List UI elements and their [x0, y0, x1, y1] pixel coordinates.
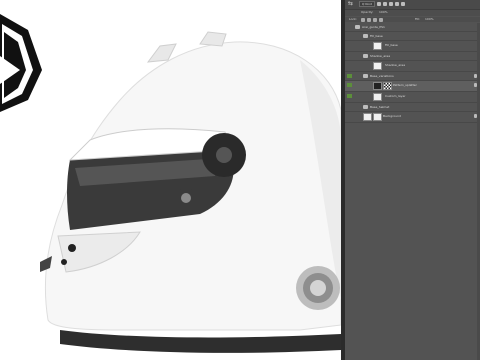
- eye-icon[interactable]: [347, 83, 352, 87]
- layer-name[interactable]: Fill_base: [370, 34, 383, 38]
- layer-row[interactable]: Fill_base: [345, 32, 480, 41]
- eye-icon[interactable]: [347, 25, 352, 29]
- eye-icon[interactable]: [347, 54, 352, 58]
- lock-position-icon[interactable]: [373, 18, 377, 22]
- layer-row[interactable]: Arai_guide_PS1: [345, 23, 480, 32]
- layer-name[interactable]: Shadow_area: [370, 54, 390, 58]
- lock-image-icon[interactable]: [367, 18, 371, 22]
- eye-icon[interactable]: [347, 105, 352, 109]
- layer-name[interactable]: Base_helmet: [370, 105, 389, 109]
- eye-icon[interactable]: [347, 74, 352, 78]
- layer-name[interactable]: Arai_guide_PS1: [362, 25, 385, 29]
- fill-label: Fill:: [415, 17, 421, 21]
- folder-icon: [363, 54, 368, 58]
- layer-thumbnail: [373, 42, 382, 50]
- filter-adjustment-icon[interactable]: [382, 2, 387, 6]
- eye-icon[interactable]: [347, 43, 352, 47]
- lock-fill-row: Lock: Fill: 100%: [345, 17, 480, 22]
- eye-icon[interactable]: [347, 34, 352, 38]
- swap-icon[interactable]: ⇆: [348, 1, 356, 7]
- layer-row[interactable]: Pattern_splatter: [345, 81, 480, 92]
- blend-opacity-row: Opacity: 100%: [345, 10, 480, 16]
- fill-value[interactable]: 100%: [425, 18, 434, 21]
- filter-type-icon[interactable]: [388, 2, 393, 6]
- opacity-value[interactable]: 100%: [379, 11, 388, 14]
- eye-icon[interactable]: [347, 114, 352, 118]
- layers-panel: ⇆ Q Kind Opacity: 100% Lock: Fill: 100% …: [345, 0, 480, 360]
- layer-filter-row: Q Kind: [359, 1, 405, 7]
- document-canvas[interactable]: [0, 0, 341, 360]
- layer-thumbnail: [373, 82, 382, 90]
- layer-thumbnail: [373, 62, 382, 70]
- lock-transparent-icon[interactable]: [361, 18, 365, 22]
- layer-thumbnail: [373, 93, 382, 101]
- layer-row[interactable]: Shadow_area: [345, 61, 480, 72]
- layer-thumbnail: [363, 113, 372, 121]
- layer-mask-thumbnail: [383, 82, 392, 90]
- folder-icon: [363, 105, 368, 109]
- layer-name[interactable]: Custom_layer: [385, 94, 406, 98]
- opacity-label: Opacity:: [361, 10, 374, 14]
- layers-list: Arai_guide_PS1 Fill_base Fill_base Shado…: [345, 23, 480, 123]
- lock-label: Lock:: [349, 17, 357, 21]
- layer-row[interactable]: Background: [345, 112, 480, 123]
- filter-kind-select[interactable]: Q Kind: [359, 1, 375, 7]
- layer-row[interactable]: Shadow_area: [345, 52, 480, 61]
- eye-icon[interactable]: [347, 94, 352, 98]
- brand-logo: [0, 14, 42, 112]
- layer-row[interactable]: Base_helmet: [345, 103, 480, 112]
- layer-mask-thumbnail: [373, 113, 382, 121]
- lock-all-icon[interactable]: [379, 18, 383, 22]
- folder-icon: [355, 25, 360, 29]
- folder-icon: [363, 34, 368, 38]
- layer-row[interactable]: Fill_base: [345, 41, 480, 52]
- layer-name[interactable]: Fill_base: [385, 43, 398, 47]
- filter-smart-object-icon[interactable]: [400, 2, 405, 6]
- layer-row[interactable]: Base_variations: [345, 72, 480, 81]
- filter-pixel-icon[interactable]: [376, 2, 381, 6]
- layer-name[interactable]: Base_variations: [370, 74, 394, 78]
- layer-name[interactable]: Background: [383, 114, 401, 118]
- layer-name[interactable]: Shadow_area: [385, 63, 405, 67]
- layer-row[interactable]: Custom_layer: [345, 92, 480, 103]
- filter-shape-icon[interactable]: [394, 2, 399, 6]
- layers-panel-header: ⇆ Q Kind: [345, 0, 480, 10]
- folder-icon: [363, 74, 368, 78]
- layer-name[interactable]: Pattern_splatter: [393, 83, 417, 87]
- helmet-render: [0, 14, 341, 353]
- eye-icon[interactable]: [347, 63, 352, 67]
